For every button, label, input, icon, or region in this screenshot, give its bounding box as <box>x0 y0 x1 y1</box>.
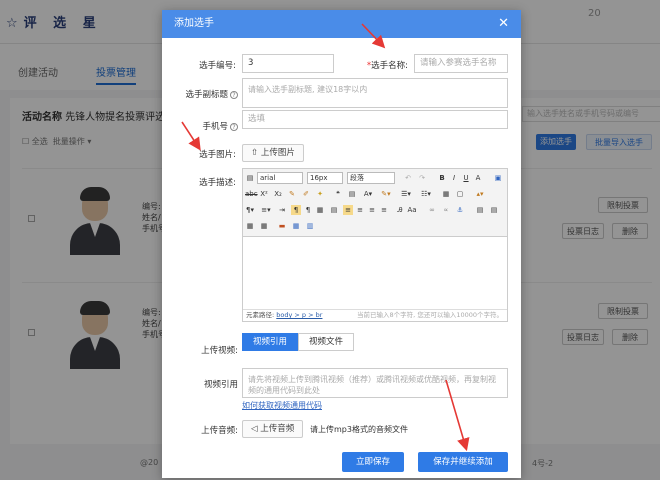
subscript-icon[interactable]: X₂ <box>273 189 283 199</box>
phone-label: 手机号? <box>172 120 238 132</box>
indent-icon[interactable]: ⇥ <box>277 205 287 215</box>
select-all-icon[interactable]: ▦ <box>441 189 451 199</box>
align-center-icon[interactable]: ≡ <box>355 205 365 215</box>
align-right-icon[interactable]: ≡ <box>367 205 377 215</box>
source-icon[interactable]: ▤ <box>245 173 255 183</box>
char-count: 当前已输入8个字符, 您还可以输入10000个字符。 <box>357 311 503 319</box>
format-brush-icon[interactable]: ✐ <box>301 189 311 199</box>
fullscreen-icon[interactable]: ▣ <box>493 173 503 183</box>
case-icon[interactable]: Aa <box>407 205 417 215</box>
player-image-label: 选手图片: <box>199 150 236 160</box>
subtitle-textarea[interactable]: 请输入选手副标题, 建议18字以内 <box>242 78 508 108</box>
tab-video-file[interactable]: 视频文件 <box>298 333 354 351</box>
video-reference-label: 视频引用 <box>203 380 238 390</box>
insert-video-icon[interactable]: ▬ <box>277 221 287 231</box>
redo-icon[interactable]: ↷ <box>417 173 427 183</box>
paragraph-format-icon[interactable]: ¶▾ <box>245 205 255 215</box>
add-player-modal: 添加选手 ✕ 选手编号: 3 *选手名称: 请输入参赛选手名称 选手副标题? 请… <box>162 10 521 478</box>
insert-table-icon[interactable]: ▦ <box>291 221 301 231</box>
line-height-icon[interactable]: ≡▾ <box>261 205 271 215</box>
strikethrough-icon[interactable]: abc <box>245 189 258 199</box>
align-justify-icon[interactable]: ≡ <box>379 205 389 215</box>
font-family-select[interactable]: arial <box>257 172 303 184</box>
element-path[interactable]: body > p > br <box>276 311 322 319</box>
upload-audio-button[interactable]: ◁ 上传音频 <box>242 420 304 438</box>
image-right-icon[interactable]: ▤ <box>489 205 499 215</box>
modal-header: 添加选手 ✕ <box>162 10 521 38</box>
upload-icon: ◁ <box>251 424 261 434</box>
row-spacing-icon[interactable]: ▴▾ <box>475 189 485 199</box>
font-color-icon[interactable]: A▾ <box>363 189 373 199</box>
italic-icon[interactable]: I <box>449 173 459 183</box>
insert-image-icon[interactable]: ▦ <box>259 221 269 231</box>
anchor-icon[interactable]: ⚓ <box>455 205 465 215</box>
upload-icon: ⇧ <box>251 148 261 158</box>
unlink-icon[interactable]: ∝ <box>441 205 451 215</box>
editor-toolbar: ▤ arial 16px 段落 ↶ ↷ B I U A ▣ abc X² X₂ … <box>243 169 507 237</box>
player-number-label: 选手编号: <box>199 61 236 71</box>
unordered-list-icon[interactable]: ☷▾ <box>421 189 431 199</box>
text-direction-icon[interactable]: Ꭿ <box>395 205 405 215</box>
video-reference-textarea[interactable]: 请先将视频上传到腾讯视频（推荐）或腾讯视频或优酷视频，再复制视频的通用代码到此处 <box>242 368 508 398</box>
upload-audio-label: 上传音频: <box>201 426 238 436</box>
rtl-icon[interactable]: ¶ <box>303 205 313 215</box>
player-number-input[interactable]: 3 <box>242 54 334 73</box>
auto-format-icon[interactable]: ✦ <box>315 189 325 199</box>
font-border-icon[interactable]: A <box>473 173 483 183</box>
close-icon[interactable]: ✕ <box>498 10 509 38</box>
align-left-icon[interactable]: ≡ <box>343 205 353 215</box>
help-icon: ? <box>230 122 238 131</box>
rich-text-editor[interactable]: ▤ arial 16px 段落 ↶ ↷ B I U A ▣ abc X² X₂ … <box>242 168 508 322</box>
ltr-icon[interactable]: ¶ <box>291 205 301 215</box>
modal-title: 添加选手 <box>174 18 214 29</box>
player-name-input[interactable]: 请输入参赛选手名称 <box>414 54 508 73</box>
upload-video-label: 上传视频: <box>201 346 238 356</box>
image-center-icon[interactable]: ▦ <box>245 221 255 231</box>
upload-image-button[interactable]: ⇧ 上传图片 <box>242 144 304 162</box>
image-left-icon[interactable]: ▤ <box>475 205 485 215</box>
clear-doc-icon[interactable]: ▢ <box>455 189 465 199</box>
link-icon[interactable]: ∞ <box>427 205 437 215</box>
video-help-link[interactable]: 如何获取视频通用代码 <box>242 400 322 411</box>
description-label: 选手描述: <box>199 178 236 188</box>
subtitle-label: 选手副标题? <box>172 88 238 100</box>
paragraph-select[interactable]: 段落 <box>347 172 395 184</box>
insert-code-icon[interactable]: ▦ <box>315 205 325 215</box>
player-name-label: *选手名称: <box>366 61 408 71</box>
pure-text-icon[interactable]: ▤ <box>347 189 357 199</box>
page-break-icon[interactable]: ▤ <box>329 205 339 215</box>
help-icon: ? <box>230 90 238 99</box>
audio-hint: 请上传mp3格式的音频文件 <box>310 425 408 434</box>
bold-icon[interactable]: B <box>437 173 447 183</box>
eraser-icon[interactable]: ✎ <box>287 189 297 199</box>
phone-input[interactable]: 选填 <box>242 110 508 129</box>
save-and-continue-button[interactable]: 保存并继续添加 <box>418 452 508 472</box>
save-button[interactable]: 立即保存 <box>342 452 404 472</box>
underline-icon[interactable]: U <box>461 173 471 183</box>
tab-video-reference[interactable]: 视频引用 <box>242 333 298 351</box>
font-size-select[interactable]: 16px <box>307 172 343 184</box>
blockquote-icon[interactable]: ❝ <box>333 189 343 199</box>
insert-template-icon[interactable]: ▥ <box>305 221 315 231</box>
highlight-icon[interactable]: ✎▾ <box>381 189 391 199</box>
editor-status-bar: 元素路径: body > p > br 当前已输入8个字符, 您还可以输入100… <box>243 309 507 321</box>
superscript-icon[interactable]: X² <box>259 189 269 199</box>
ordered-list-icon[interactable]: ☰▾ <box>401 189 411 199</box>
undo-icon[interactable]: ↶ <box>403 173 413 183</box>
